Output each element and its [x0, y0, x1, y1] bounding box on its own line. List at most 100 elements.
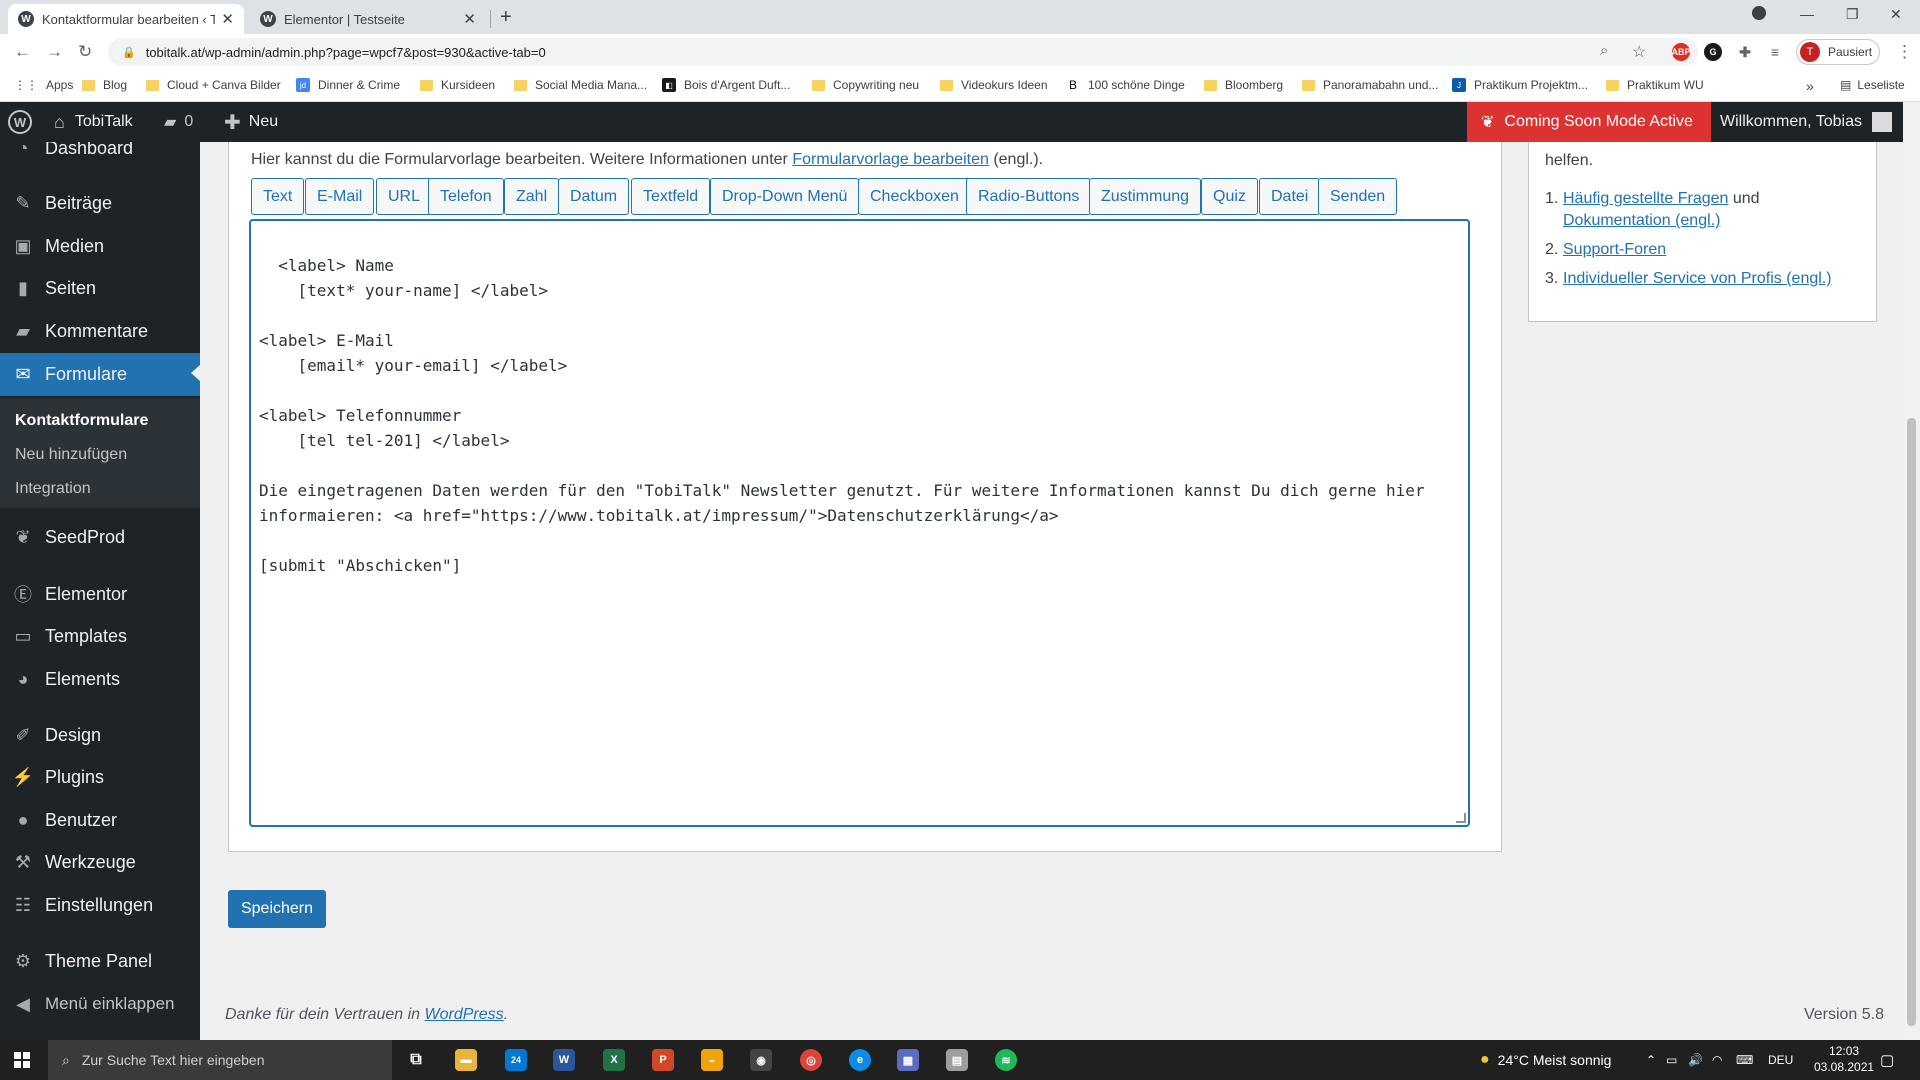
- bookmark-item[interactable]: Kursideen: [420, 78, 495, 92]
- browser-tab-elementor[interactable]: W Elementor | Testseite ✕: [250, 4, 486, 34]
- file-explorer-icon[interactable]: ▬: [455, 1049, 477, 1071]
- sidebar-item-seedprod[interactable]: ❦ SeedProd: [0, 517, 200, 557]
- scrollbar-thumb[interactable]: [1907, 418, 1916, 1026]
- tag-button-zahl[interactable]: Zahl: [504, 178, 560, 215]
- grammarly-extension-icon[interactable]: G: [1704, 43, 1722, 61]
- tab-search-icon[interactable]: [1752, 6, 1766, 20]
- weather-widget[interactable]: ● 24°C Meist sonnig: [1480, 1040, 1611, 1080]
- tag-button-datei[interactable]: Datei: [1259, 178, 1321, 215]
- sidebar-item-kommentare[interactable]: ▰ Kommentare: [0, 311, 200, 351]
- bookmark-star-icon[interactable]: ☆: [1632, 42, 1646, 62]
- tag-button-textfeld[interactable]: Textfeld: [631, 178, 711, 215]
- wifi-icon[interactable]: ◠: [1712, 1040, 1722, 1080]
- language-indicator[interactable]: DEU: [1768, 1040, 1793, 1080]
- account-menu[interactable]: Willkommen, Tobias: [1720, 102, 1892, 142]
- tag-button-telefon[interactable]: Telefon: [428, 178, 504, 215]
- bookmark-item[interactable]: B 100 schöne Dinge: [1066, 78, 1185, 92]
- new-tab-button[interactable]: +: [500, 6, 512, 29]
- reading-list-button[interactable]: ▤ Leseliste: [1840, 78, 1905, 92]
- bookmark-apps[interactable]: ⋮⋮ Apps: [14, 78, 73, 92]
- app-icon[interactable]: ▦: [897, 1049, 919, 1071]
- bookmark-item[interactable]: ◧ Bois d'Argent Duft...: [662, 78, 790, 92]
- calculator-icon[interactable]: ▤: [946, 1049, 968, 1071]
- wp-logo-button[interactable]: W: [8, 102, 32, 142]
- tag-button-quiz[interactable]: Quiz: [1201, 178, 1258, 215]
- tag-button-datum[interactable]: Datum: [558, 178, 630, 215]
- word-icon[interactable]: W: [553, 1049, 575, 1071]
- volume-icon[interactable]: 🔊: [1688, 1040, 1703, 1080]
- excel-icon[interactable]: X: [603, 1049, 625, 1071]
- bookmark-item[interactable]: Praktikum WU: [1606, 78, 1704, 92]
- sidebar-item-benutzer[interactable]: ● Benutzer: [0, 800, 200, 840]
- submenu-integration[interactable]: Integration: [15, 480, 91, 498]
- sidebar-item-theme-panel[interactable]: ⚙ Theme Panel: [0, 941, 200, 981]
- submenu-kontaktformulare[interactable]: Kontaktformulare: [15, 412, 148, 430]
- bookmark-item[interactable]: jd Dinner & Crime: [296, 78, 400, 92]
- sidebar-item-einstellungen[interactable]: ☷ Einstellungen: [0, 885, 200, 925]
- windows-start-icon[interactable]: [14, 1052, 30, 1068]
- sidebar-collapse-button[interactable]: ◀ Menü einklappen: [0, 984, 200, 1024]
- docs-link[interactable]: Dokumentation (engl.): [1563, 212, 1720, 229]
- adblock-extension-icon[interactable]: ABP: [1672, 43, 1691, 61]
- tag-button-senden[interactable]: Senden: [1318, 178, 1398, 215]
- close-window-icon[interactable]: ✕: [1890, 6, 1902, 23]
- sidebar-item-plugins[interactable]: ⚡ Plugins: [0, 757, 200, 797]
- task-view-icon[interactable]: ⧉: [405, 1049, 427, 1071]
- bookmark-item[interactable]: Panoramabahn und...: [1302, 78, 1438, 92]
- bookmark-item[interactable]: Blog: [82, 78, 127, 92]
- tray-chevron-icon[interactable]: ⌃: [1646, 1040, 1656, 1080]
- save-button[interactable]: Speichern: [228, 890, 326, 928]
- restore-icon[interactable]: ❐: [1846, 6, 1859, 23]
- lock-icon[interactable]: 🔒: [122, 46, 136, 59]
- address-input[interactable]: 🔒 tobitalk.at/wp-admin/admin.php?page=wp…: [108, 38, 1698, 66]
- professional-service-link[interactable]: Individueller Service von Profis (engl.): [1563, 270, 1832, 287]
- sidebar-item-elements[interactable]: ◕ Elements: [0, 659, 200, 699]
- sidebar-item-medien[interactable]: ▣ Medien: [0, 226, 200, 266]
- sidebar-item-design[interactable]: ✐ Design: [0, 715, 200, 755]
- tag-button-zustimmung[interactable]: Zustimmung: [1089, 178, 1202, 215]
- bookmark-item[interactable]: Bloomberg: [1204, 78, 1283, 92]
- submenu-neu-hinzufuegen[interactable]: Neu hinzufügen: [15, 446, 127, 464]
- menu-kebab-icon[interactable]: ⋮: [1896, 42, 1913, 62]
- system-clock[interactable]: 12:03 03.08.2021: [1814, 1043, 1874, 1075]
- reload-icon[interactable]: ↻: [78, 42, 92, 62]
- sidebar-item-dashboard[interactable]: ◔ Dashboard: [0, 142, 200, 168]
- coming-soon-badge[interactable]: ❦ Coming Soon Mode Active: [1467, 102, 1711, 142]
- page-scrollbar[interactable]: [1903, 102, 1920, 1040]
- profile-button[interactable]: T Pausiert: [1796, 39, 1880, 65]
- edge-icon[interactable]: e: [849, 1049, 871, 1071]
- back-icon[interactable]: ←: [14, 42, 31, 62]
- close-icon[interactable]: ✕: [221, 10, 234, 28]
- chrome-icon[interactable]: ◎: [800, 1049, 822, 1071]
- mail-app-icon[interactable]: 24: [505, 1049, 527, 1071]
- wordpress-link[interactable]: WordPress: [425, 1006, 504, 1023]
- spotify-icon[interactable]: ≋: [995, 1049, 1017, 1071]
- close-icon[interactable]: ✕: [463, 10, 476, 28]
- browser-tab-active[interactable]: W Kontaktformular bearbeiten ‹ TobiTalk …: [8, 4, 244, 34]
- bookmarks-more-button[interactable]: »: [1806, 78, 1814, 94]
- bookmark-item[interactable]: J Praktikum Projektm...: [1452, 78, 1588, 92]
- sidebar-item-werkzeuge[interactable]: ⚒ Werkzeuge: [0, 842, 200, 882]
- forward-icon[interactable]: →: [46, 42, 63, 62]
- taskbar-search-input[interactable]: ⌕ Zur Suche Text hier eingeben: [48, 1040, 392, 1080]
- bookmark-item[interactable]: Cloud + Canva Bilder: [146, 78, 281, 92]
- site-name-link[interactable]: ⌂ TobiTalk: [54, 102, 133, 142]
- faq-link[interactable]: Häufig gestellte Fragen: [1563, 190, 1728, 207]
- form-template-textarea[interactable]: <label> Name [text* your-name] </label> …: [249, 219, 1470, 827]
- obs-icon[interactable]: ◉: [750, 1049, 772, 1071]
- tag-button-checkboxen[interactable]: Checkboxen: [858, 178, 971, 215]
- app-icon[interactable]: ◒: [701, 1049, 723, 1071]
- minimize-icon[interactable]: —: [1800, 6, 1814, 22]
- notifications-icon[interactable]: ▢: [1880, 1040, 1894, 1080]
- tag-button-url[interactable]: URL: [376, 178, 433, 215]
- extensions-puzzle-icon[interactable]: ✚: [1736, 43, 1754, 61]
- support-forums-link[interactable]: Support-Foren: [1563, 241, 1666, 258]
- comments-link[interactable]: ▰ 0: [164, 102, 193, 142]
- zoom-icon[interactable]: ⌕: [1600, 42, 1608, 59]
- tag-button-email[interactable]: E-Mail: [305, 178, 375, 215]
- sidebar-item-beitraege[interactable]: ✎ Beiträge: [0, 183, 200, 223]
- sidebar-item-seiten[interactable]: ▮ Seiten: [0, 268, 200, 308]
- bookmark-item[interactable]: Social Media Mana...: [514, 78, 647, 92]
- bookmark-item[interactable]: Copywriting neu: [812, 78, 919, 92]
- bookmark-item[interactable]: Videokurs Ideen: [940, 78, 1048, 92]
